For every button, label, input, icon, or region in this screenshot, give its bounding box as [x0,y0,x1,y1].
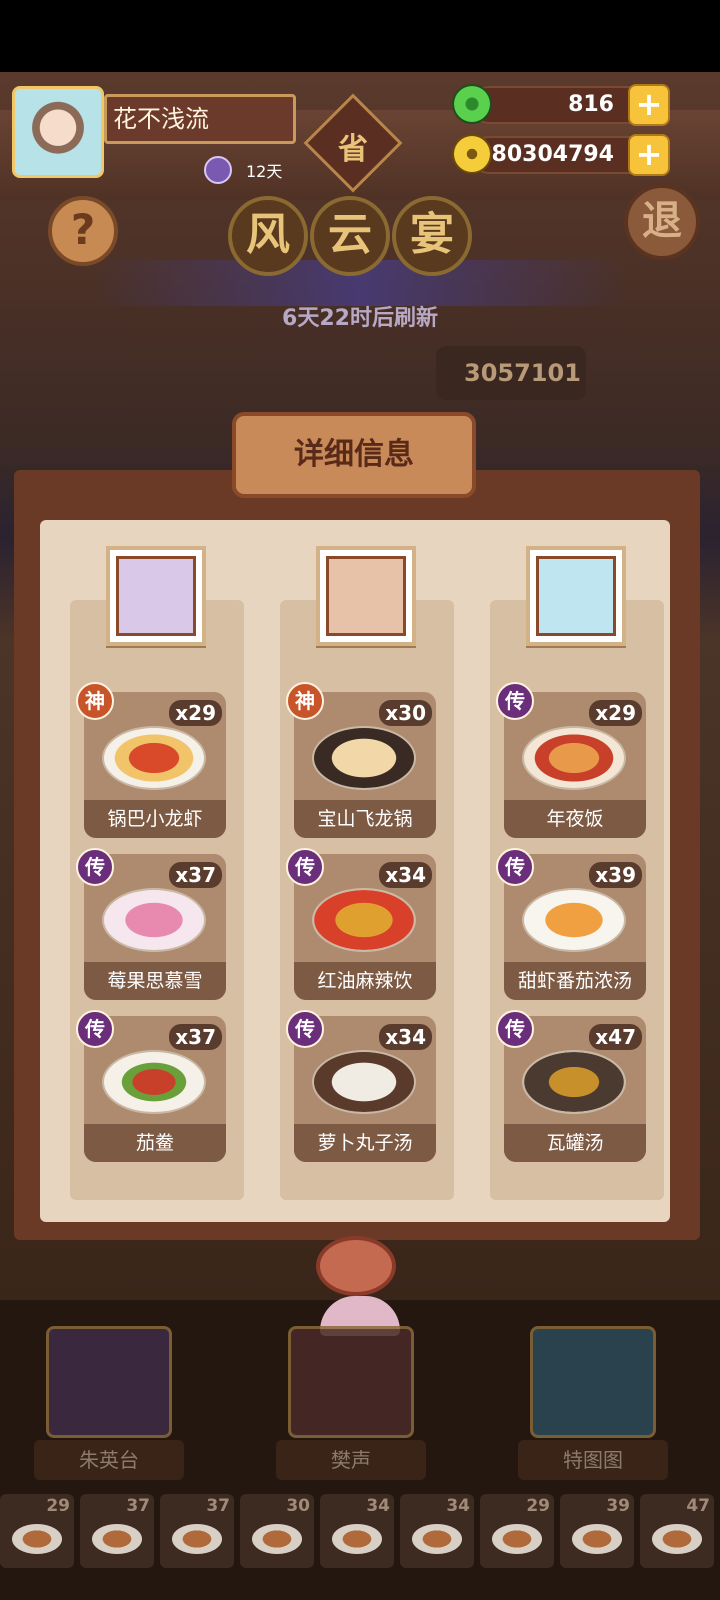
dish-count: x29 [169,700,222,726]
dish-count: x34 [379,862,432,888]
coin-bar: 80304794 [470,136,654,174]
title-char-3: 宴 [392,196,472,276]
dish-slot[interactable]: 47 [640,1494,714,1568]
dish-thumbnail [12,1524,62,1554]
dish-name: 萝卜丸子汤 [294,1124,436,1162]
grade-badge: 传 [286,1010,324,1048]
dish-name: 红油麻辣饮 [294,962,436,1000]
dish-slot-count: 34 [446,1496,470,1516]
dish-image [522,726,626,790]
player-avatar[interactable] [12,86,104,178]
dish-count: x39 [589,862,642,888]
grade-badge: 传 [496,1010,534,1048]
dish-thumbnail [252,1524,302,1554]
dish-slot-count: 37 [206,1496,230,1516]
dish-slot[interactable]: 39 [560,1494,634,1568]
grade-badge: 神 [286,682,324,720]
grade-badge: 传 [496,848,534,886]
exit-button[interactable]: 退 [624,184,700,260]
dish-thumbnail [652,1524,702,1554]
dish-image [312,1050,416,1114]
chef-card-1[interactable] [46,1326,172,1438]
chef-name-1: 朱英台 [34,1440,184,1480]
player-name: 花不浅流 [104,94,296,144]
grade-badge: 传 [286,848,324,886]
title-char-1: 风 [228,196,308,276]
chef-portrait-2[interactable] [316,546,416,646]
chef-card-3[interactable] [530,1326,656,1438]
dish-thumbnail [492,1524,542,1554]
dish-slot[interactable]: 37 [80,1494,154,1568]
dish-count: x37 [169,1024,222,1050]
dish-thumbnail [332,1524,382,1554]
dish-slot-count: 29 [526,1496,550,1516]
dish-thumbnail [412,1524,462,1554]
province-badge-label: 省 [338,132,368,167]
dish-count: x37 [169,862,222,888]
dish-image [522,888,626,952]
chinese-knot-ornament [316,1236,396,1296]
chef-portrait-3[interactable] [526,546,626,646]
coin-icon [452,134,492,174]
dish-image [102,726,206,790]
dish-slot-count: 30 [286,1496,310,1516]
dish-thumbnail [572,1524,622,1554]
chef-portrait-1[interactable] [106,546,206,646]
grade-badge: 传 [496,682,534,720]
dish-image [102,1050,206,1114]
dish-slot-count: 39 [606,1496,630,1516]
dish-slot-count: 29 [46,1496,70,1516]
dish-image [102,888,206,952]
dish-name: 锅巴小龙虾 [84,800,226,838]
dish-slot[interactable]: 34 [320,1494,394,1568]
jade-bar: 816 [470,86,654,124]
dish-name: 瓦罐汤 [504,1124,646,1162]
chef-name-2: 樊声 [276,1440,426,1480]
dish-slot[interactable]: 29 [480,1494,554,1568]
chef-name-3: 特图图 [518,1440,668,1480]
dish-slot[interactable]: 29 [0,1494,74,1568]
coin-amount: 80304794 [491,142,614,167]
jade-amount: 816 [568,92,614,117]
title-char-2: 云 [310,196,390,276]
dish-count: x29 [589,700,642,726]
dish-slot[interactable]: 34 [400,1494,474,1568]
dish-slot-count: 47 [686,1496,710,1516]
help-button[interactable]: ? [48,196,118,266]
dish-slot[interactable]: 37 [160,1494,234,1568]
dish-slot-count: 37 [126,1496,150,1516]
add-coins-button[interactable]: + [628,134,670,176]
dish-slot[interactable]: 30 [240,1494,314,1568]
grade-badge: 传 [76,1010,114,1048]
dish-name: 年夜饭 [504,800,646,838]
dish-thumbnail [92,1524,142,1554]
detail-info-title: 详细信息 [232,412,476,498]
calendar-icon [204,156,232,184]
dish-image [312,888,416,952]
dish-name: 莓果思慕雪 [84,962,226,1000]
dish-name: 甜虾番茄浓汤 [504,962,646,1000]
dish-slot-count: 34 [366,1496,390,1516]
status-bar [0,0,720,72]
jade-icon [452,84,492,124]
add-jade-button[interactable]: + [628,84,670,126]
dish-count: x34 [379,1024,432,1050]
chef-card-2[interactable] [288,1326,414,1438]
dish-image [312,726,416,790]
score-display: 3057101 [436,346,586,400]
dish-name: 宝山飞龙锅 [294,800,436,838]
refresh-countdown: 6天22时后刷新 [282,306,438,331]
dish-name: 茄鲞 [84,1124,226,1162]
dish-count: x47 [589,1024,642,1050]
dish-image [522,1050,626,1114]
dish-thumbnail [172,1524,222,1554]
grade-badge: 神 [76,682,114,720]
days-counter: 12天 [246,162,283,181]
grade-badge: 传 [76,848,114,886]
dish-count: x30 [379,700,432,726]
